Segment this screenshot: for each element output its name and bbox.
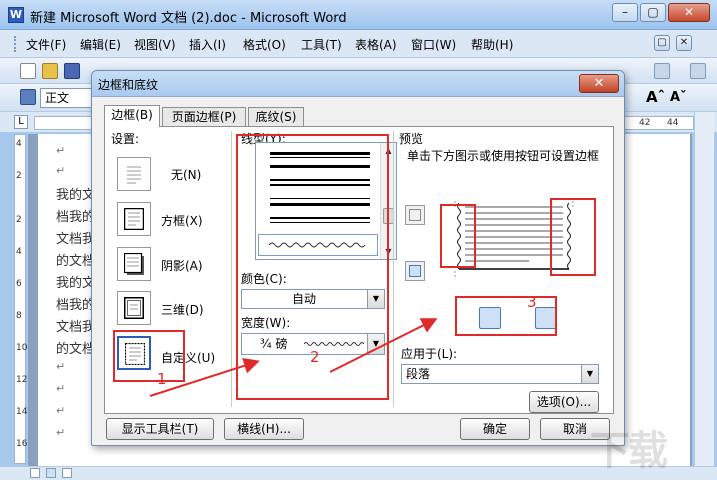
tab-borders[interactable]: 边框(B) [104,105,160,127]
annotation-arrows [149,318,438,397]
watermark-logo: 下载 [590,428,668,474]
